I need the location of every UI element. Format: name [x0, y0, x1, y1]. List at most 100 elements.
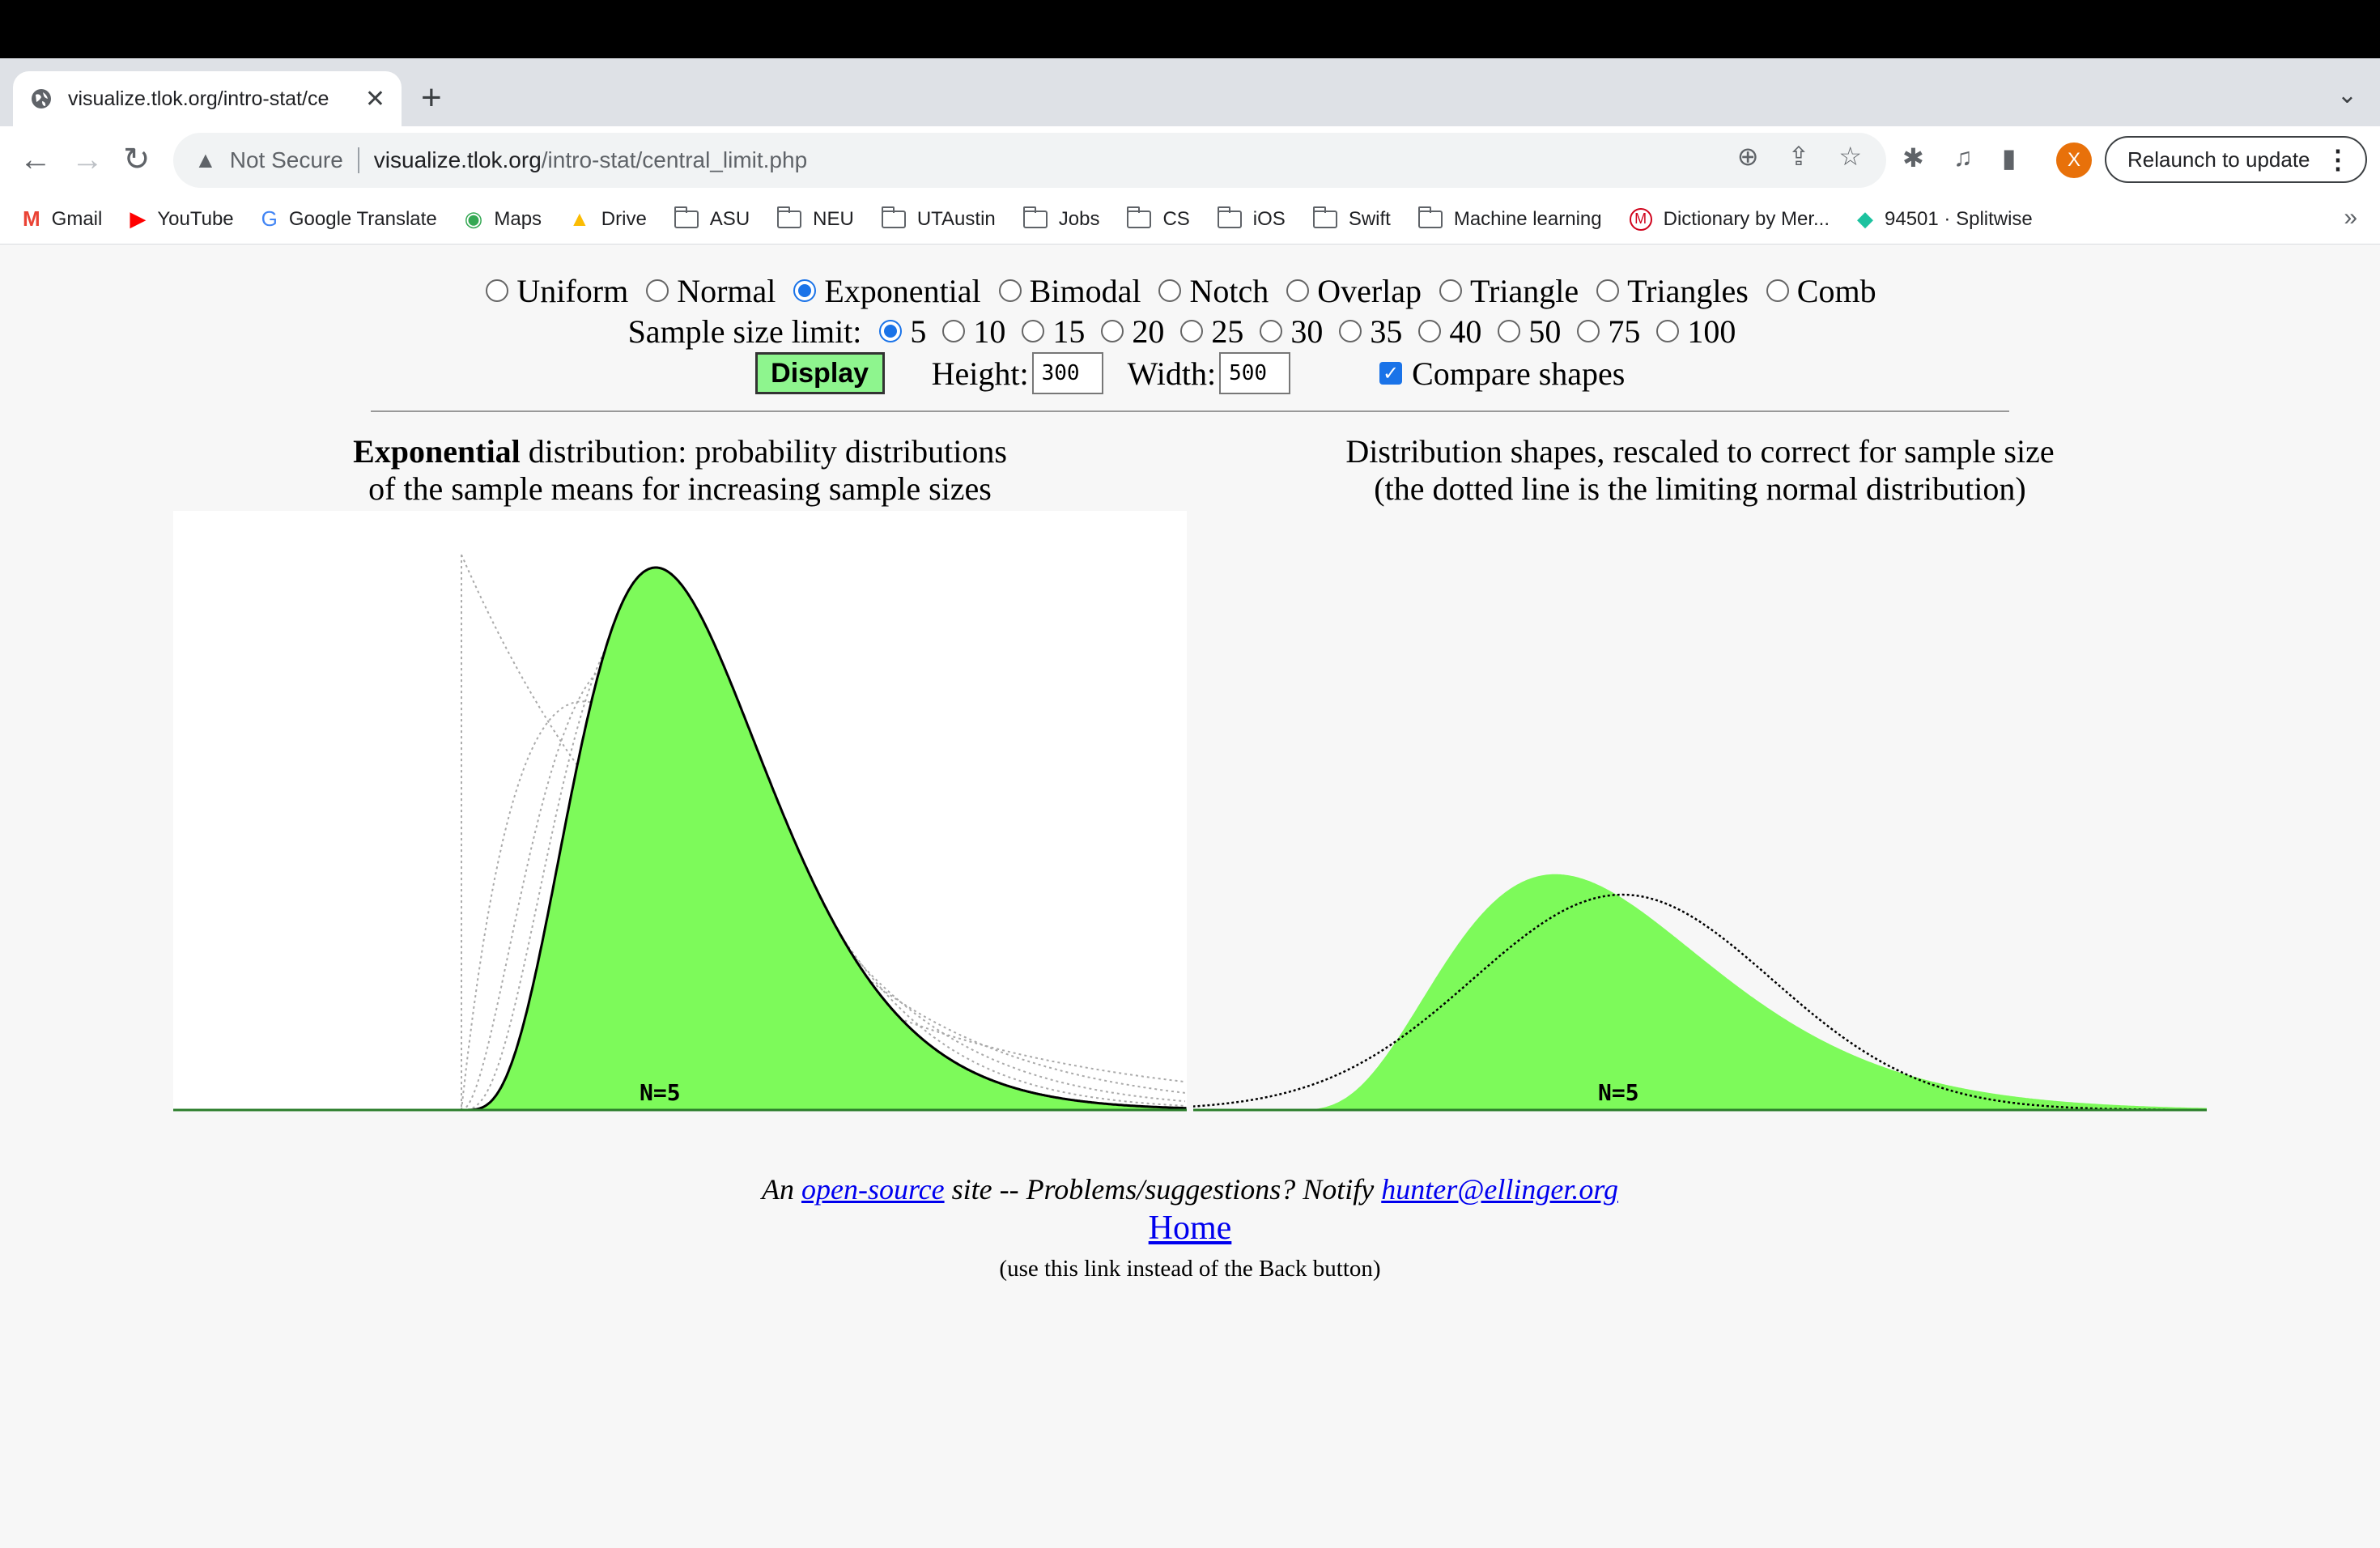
radio-circle[interactable] — [1339, 320, 1362, 342]
radio-circle[interactable] — [1766, 279, 1789, 302]
chevron-down-icon[interactable]: ⌄ — [2337, 81, 2357, 109]
side-panel-icon[interactable]: ▮ — [2002, 142, 2017, 173]
back-icon[interactable]: ← — [19, 139, 52, 180]
radio-circle[interactable] — [1022, 320, 1045, 342]
folder-icon — [777, 206, 802, 228]
bookmark-utaustin[interactable]: UTAustin — [881, 206, 996, 231]
bookmark-youtube[interactable]: ▶ YouTube — [130, 206, 233, 232]
radio-normal[interactable]: Normal — [646, 272, 776, 310]
radio-label: 75 — [1608, 313, 1641, 350]
radio-circle[interactable] — [1158, 279, 1182, 302]
radio-circle[interactable] — [1656, 320, 1680, 342]
radio-size-30[interactable]: 30 — [1260, 313, 1323, 351]
open-source-link[interactable]: open-source — [801, 1173, 945, 1206]
height-input[interactable]: 300 — [1031, 352, 1103, 394]
reload-icon[interactable]: ↻ — [123, 139, 151, 180]
radio-circle[interactable] — [793, 279, 817, 302]
radio-bimodal[interactable]: Bimodal — [998, 272, 1141, 310]
radio-circle[interactable] — [942, 320, 966, 342]
sample-size-radio-group: Sample size limit: 5 10 15 20 25 30 35 40 50 75 10… — [0, 310, 2380, 352]
share-icon[interactable]: ⇪ — [1788, 141, 1810, 172]
radio-circle[interactable] — [1418, 320, 1442, 342]
width-label: Width: — [1127, 355, 1217, 392]
folder-icon — [1417, 206, 1443, 228]
bookmark-swift[interactable]: Swift — [1312, 206, 1391, 231]
close-tab-icon[interactable]: ✕ — [365, 85, 385, 113]
bookmark-drive[interactable]: ▲ Drive — [569, 206, 647, 232]
radio-circle[interactable] — [1286, 279, 1310, 302]
radio-size-5[interactable]: 5 — [879, 313, 926, 351]
bookmark-machine-learning[interactable]: Machine learning — [1417, 206, 1602, 231]
radio-size-35[interactable]: 35 — [1339, 313, 1402, 351]
radio-size-15[interactable]: 15 — [1022, 313, 1085, 351]
radio-circle[interactable] — [1180, 320, 1204, 342]
radio-triangles[interactable]: Triangles — [1596, 272, 1749, 310]
display-button[interactable]: Display — [754, 352, 885, 394]
radio-circle[interactable] — [1101, 320, 1124, 342]
bookmark-asu[interactable]: ASU — [674, 206, 750, 231]
rescaled-area — [1193, 874, 2207, 1110]
radio-size-50[interactable]: 50 — [1498, 313, 1561, 351]
bookmark-dictionary[interactable]: M Dictionary by Mer... — [1629, 207, 1830, 231]
radio-circle[interactable] — [1498, 320, 1521, 342]
radio-circle[interactable] — [1439, 279, 1463, 302]
radio-circle[interactable] — [486, 279, 509, 302]
radio-circle[interactable] — [998, 279, 1022, 302]
bookmark-star-icon[interactable]: ☆ — [1838, 141, 1862, 172]
more-icon[interactable]: ⋮ — [2325, 144, 2351, 175]
radio-size-25[interactable]: 25 — [1180, 313, 1243, 351]
radio-circle[interactable] — [1260, 320, 1283, 342]
rescaled-shape-chart: N=5 — [1193, 874, 2207, 1112]
avatar[interactable]: X — [2056, 142, 2092, 178]
home-link[interactable]: Home — [1149, 1210, 1232, 1247]
bookmark-neu[interactable]: NEU — [777, 206, 854, 231]
compare-shapes-label: Compare shapes — [1412, 355, 1626, 392]
width-input[interactable]: 500 — [1219, 352, 1291, 394]
right-caption-line1: Distribution shapes, rescaled to correct… — [1345, 433, 2055, 470]
more-bookmarks-icon[interactable]: » — [2344, 204, 2357, 232]
radio-size-100[interactable]: 100 — [1656, 313, 1736, 351]
browser-tab[interactable]: visualize.tlok.org/intro-stat/ce ✕ — [13, 71, 402, 126]
left-caption-line2: of the sample means for increasing sampl… — [368, 470, 992, 507]
bookmark-cs[interactable]: CS — [1127, 206, 1190, 231]
relaunch-button[interactable]: Relaunch to update ⋮ — [2105, 136, 2367, 183]
radio-size-10[interactable]: 10 — [942, 313, 1005, 351]
folder-icon — [1022, 206, 1048, 228]
radio-size-75[interactable]: 75 — [1577, 313, 1640, 351]
radio-circle[interactable] — [1596, 279, 1620, 302]
radio-comb[interactable]: Comb — [1766, 272, 1876, 310]
radio-triangle[interactable]: Triangle — [1439, 272, 1579, 310]
radio-notch[interactable]: Notch — [1158, 272, 1269, 310]
bookmark-ios[interactable]: iOS — [1217, 206, 1286, 231]
radio-uniform[interactable]: Uniform — [486, 272, 628, 310]
radio-circle[interactable] — [879, 320, 903, 342]
address-bar[interactable]: ▲ Not Secure visualize.tlok.org/intro-st… — [173, 133, 1886, 188]
new-tab-button[interactable]: + — [421, 78, 442, 118]
radio-exponential[interactable]: Exponential — [793, 272, 981, 310]
email-link[interactable]: hunter@ellinger.org — [1381, 1173, 1618, 1206]
radio-size-20[interactable]: 20 — [1101, 313, 1164, 351]
radio-size-40[interactable]: 40 — [1418, 313, 1481, 351]
bookmark-gmail[interactable]: M Gmail — [23, 206, 102, 232]
bookmark-jobs[interactable]: Jobs — [1022, 206, 1099, 231]
bookmarks-bar: M Gmail ▶ YouTube G Google Translate ◉ Maps … — [0, 194, 2380, 245]
folder-icon — [1217, 206, 1242, 228]
extensions-icon[interactable]: ✱ — [1902, 142, 1924, 173]
bookmark-splitwise[interactable]: ◆ 94501 · Splitwise — [1857, 206, 2033, 232]
compare-shapes-checkbox[interactable]: ✓ — [1379, 362, 1403, 385]
home-note: (use this link instead of the Back butto… — [999, 1256, 1381, 1282]
radio-label: Exponential — [824, 272, 981, 309]
youtube-icon: ▶ — [130, 206, 147, 231]
bookmark-maps[interactable]: ◉ Maps — [465, 206, 542, 232]
bookmark-google-translate[interactable]: G Google Translate — [261, 206, 437, 232]
zoom-icon[interactable]: ⊕ — [1737, 141, 1759, 172]
radio-circle[interactable] — [1577, 320, 1600, 342]
radio-overlap[interactable]: Overlap — [1286, 272, 1422, 310]
divider — [371, 410, 2009, 412]
drive-icon: ▲ — [569, 206, 590, 231]
forward-icon[interactable]: → — [71, 139, 104, 180]
gmail-icon: M — [23, 206, 40, 231]
radio-circle[interactable] — [646, 279, 669, 302]
url-host: visualize.tlok.org — [373, 147, 542, 172]
media-icon[interactable]: ♫ — [1953, 142, 1973, 173]
